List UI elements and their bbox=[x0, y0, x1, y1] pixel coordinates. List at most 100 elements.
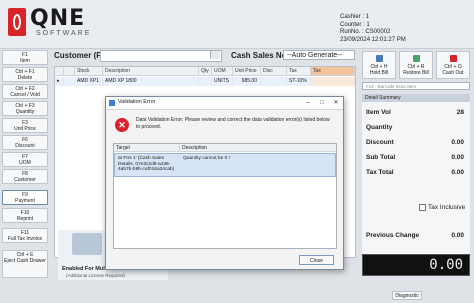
validation-errors-table[interactable]: Target Description at Pos 1' (Cash Sales… bbox=[113, 143, 337, 249]
fkey-action: Eject Cash Drawer bbox=[4, 258, 46, 264]
hold-bill-icon bbox=[375, 55, 383, 62]
fkey-action: Cancel / Void bbox=[10, 92, 40, 98]
fkey-action: Quantity bbox=[15, 109, 35, 115]
multi-user-icon bbox=[72, 233, 102, 255]
sidebar-item-unit-price[interactable]: F3 Unit Price bbox=[2, 118, 48, 133]
cashier-text: Cashier : 1 bbox=[340, 14, 370, 20]
cell-disc[interactable] bbox=[261, 77, 287, 86]
sidebar-item-delete[interactable]: Ctrl + F1 Delete bbox=[2, 67, 48, 82]
fkey-action: UOM bbox=[19, 160, 31, 166]
table-row[interactable]: at Pos 1' (Cash Sales Details, 07e3c2d8-… bbox=[114, 153, 336, 177]
sidebar-item-quantity[interactable]: Ctrl + F3 Quantity bbox=[2, 101, 48, 116]
detail-summary-panel: Item Vol 28 Quantity Discount 0.00 Sub T… bbox=[362, 102, 470, 254]
grid-col-unit-price[interactable]: Unit Price bbox=[233, 67, 261, 76]
app-icon bbox=[109, 100, 115, 106]
hold-bill-label: Hold Bill bbox=[369, 70, 389, 76]
minimize-icon[interactable]: – bbox=[301, 97, 315, 109]
dialog-message: Data Validation Error: Please review and… bbox=[136, 117, 330, 130]
col-description[interactable]: Description bbox=[180, 144, 336, 152]
restore-bill-button[interactable]: Ctrl + R Restore Bill bbox=[399, 51, 433, 79]
sidebar-item-reprint[interactable]: F10 Reprint bbox=[2, 208, 48, 223]
sidebar-item-item[interactable]: F1 Item bbox=[2, 50, 48, 65]
datetime-text: 23/09/2024 12:01:27 PM bbox=[340, 36, 406, 43]
cell-tax[interactable] bbox=[311, 77, 355, 86]
barcode-scan-input[interactable]: F12 - Barcode Scan Item bbox=[362, 82, 470, 90]
session-info: Cashier : 1 Counter : 1 RunNo. : CS00002… bbox=[340, 14, 470, 44]
grid-col-tax[interactable]: Tax bbox=[311, 67, 355, 76]
sidebar-item-full-tax-invoice[interactable]: F11 Full Tax Invoice bbox=[2, 228, 48, 243]
grid-col-disc[interactable]: Disc bbox=[261, 67, 287, 76]
tax-inclusive-checkbox[interactable] bbox=[419, 204, 426, 211]
logo-brand: QNE bbox=[30, 6, 86, 31]
error-icon: ✕ bbox=[115, 118, 129, 132]
grid-col-tax-code[interactable]: Tax Code bbox=[287, 67, 311, 83]
cell-uom[interactable]: UNITS bbox=[212, 77, 233, 86]
fkey-action: Delete bbox=[17, 75, 33, 81]
diagnostic-button[interactable]: Diagnostic bbox=[392, 291, 422, 300]
logo-mark-icon bbox=[8, 8, 26, 36]
fkey-action: Payment bbox=[15, 198, 35, 204]
quantity-label: Quantity bbox=[366, 124, 393, 131]
cell-tax-code[interactable]: ST-10% bbox=[287, 77, 311, 86]
sidebar-item-payment[interactable]: F9 Payment bbox=[2, 190, 48, 205]
cash-out-label: Cash Out bbox=[442, 70, 464, 76]
sidebar-item-cancel-void[interactable]: Ctrl + F2 Cancel / Void bbox=[2, 84, 48, 99]
grid-col-description[interactable]: Description bbox=[103, 67, 199, 76]
fkey-action: Full Tax Invoice bbox=[7, 236, 43, 242]
maximize-icon[interactable]: □ bbox=[315, 97, 329, 109]
run-no-text: RunNo. : CS00002 bbox=[340, 29, 391, 35]
previous-change-value: 0.00 bbox=[451, 232, 464, 239]
tax-inclusive-label: Tax Inclusive bbox=[428, 204, 466, 211]
fkey-action: Item bbox=[20, 58, 30, 64]
sidebar-item-eject-cash-drawer[interactable]: Ctrl + E Eject Cash Drawer bbox=[2, 250, 48, 278]
cell-description[interactable]: AMD XP 1800 bbox=[103, 77, 199, 86]
restore-bill-label: Restore Bill bbox=[403, 70, 429, 76]
validation-error-dialog: Validation Error – □ ✕ ✕ Data Validation… bbox=[105, 96, 344, 270]
grid-col-stock[interactable]: Stock bbox=[75, 67, 103, 76]
discount-label: Discount bbox=[366, 139, 394, 146]
fkey-action: Discount bbox=[15, 143, 35, 149]
sidebar-item-discount[interactable]: F6 Discount bbox=[2, 135, 48, 150]
fkey-action: Unit Price bbox=[14, 126, 36, 132]
qne-logo: QNE SOFTWARE bbox=[8, 6, 118, 40]
dialog-title: Validation Error bbox=[118, 99, 156, 105]
grid-col-qty[interactable]: Qty bbox=[199, 67, 212, 76]
multi-user-subtitle: (Additional License Required) bbox=[66, 273, 126, 278]
sidebar-item-customer[interactable]: F8 Customer bbox=[2, 169, 48, 184]
function-key-sidebar: F1 Item Ctrl + F1 Delete Ctrl + F2 Cancel /… bbox=[2, 50, 50, 280]
row-arrow-icon: ▸ bbox=[55, 77, 64, 86]
tax-total-label: Tax Total bbox=[366, 169, 394, 176]
cell-stock[interactable]: AMD XP1 bbox=[75, 77, 103, 86]
counter-text: Counter : 1 bbox=[340, 21, 370, 28]
item-vol-value: 28 bbox=[456, 109, 464, 116]
previous-change-label: Previous Change bbox=[366, 232, 420, 239]
close-button[interactable]: Close bbox=[299, 255, 334, 265]
dialog-titlebar[interactable]: Validation Error – □ ✕ bbox=[106, 97, 343, 110]
total-display: 0.00 bbox=[362, 254, 470, 276]
cash-sales-no-label: Cash Sales No. bbox=[231, 51, 289, 60]
fkey-action: Reprint bbox=[16, 216, 34, 222]
cell-description: Quantity cannot be 0 ! bbox=[183, 156, 230, 161]
discount-value: 0.00 bbox=[451, 139, 464, 146]
col-target[interactable]: Target bbox=[114, 144, 180, 152]
cell-unit-price[interactable]: 685.00 bbox=[233, 77, 261, 86]
hold-bill-button[interactable]: Ctrl + H Hold Bill bbox=[362, 51, 396, 79]
grid-col-blank bbox=[64, 67, 75, 76]
logo-subtitle: SOFTWARE bbox=[36, 30, 92, 37]
restore-bill-icon bbox=[412, 55, 420, 62]
cell-qty[interactable] bbox=[199, 77, 212, 86]
sub-total-label: Sub Total bbox=[366, 154, 396, 161]
grid-col-uom[interactable]: UOM bbox=[212, 67, 233, 76]
customer-input[interactable] bbox=[100, 50, 222, 62]
sidebar-item-uom[interactable]: F7 UOM bbox=[2, 152, 48, 167]
item-vol-label: Item Vol bbox=[366, 109, 391, 116]
cash-out-button[interactable]: Ctrl + O Cash Out bbox=[436, 51, 470, 79]
grid-row-indicator-header bbox=[55, 67, 64, 76]
cell-target: at Pos 1' (Cash Sales Details, 07e3c2d8-… bbox=[118, 156, 175, 173]
app-header: QNE SOFTWARE Cashier : 1 Counter : 1 Run… bbox=[0, 0, 474, 49]
tax-total-value: 0.00 bbox=[451, 169, 464, 176]
customer-lookup-button[interactable] bbox=[210, 51, 220, 59]
close-icon[interactable]: ✕ bbox=[329, 97, 343, 109]
cash-sales-no-field[interactable]: --Auto Generate-- bbox=[283, 50, 355, 60]
fkey-action: Customer bbox=[14, 177, 36, 183]
